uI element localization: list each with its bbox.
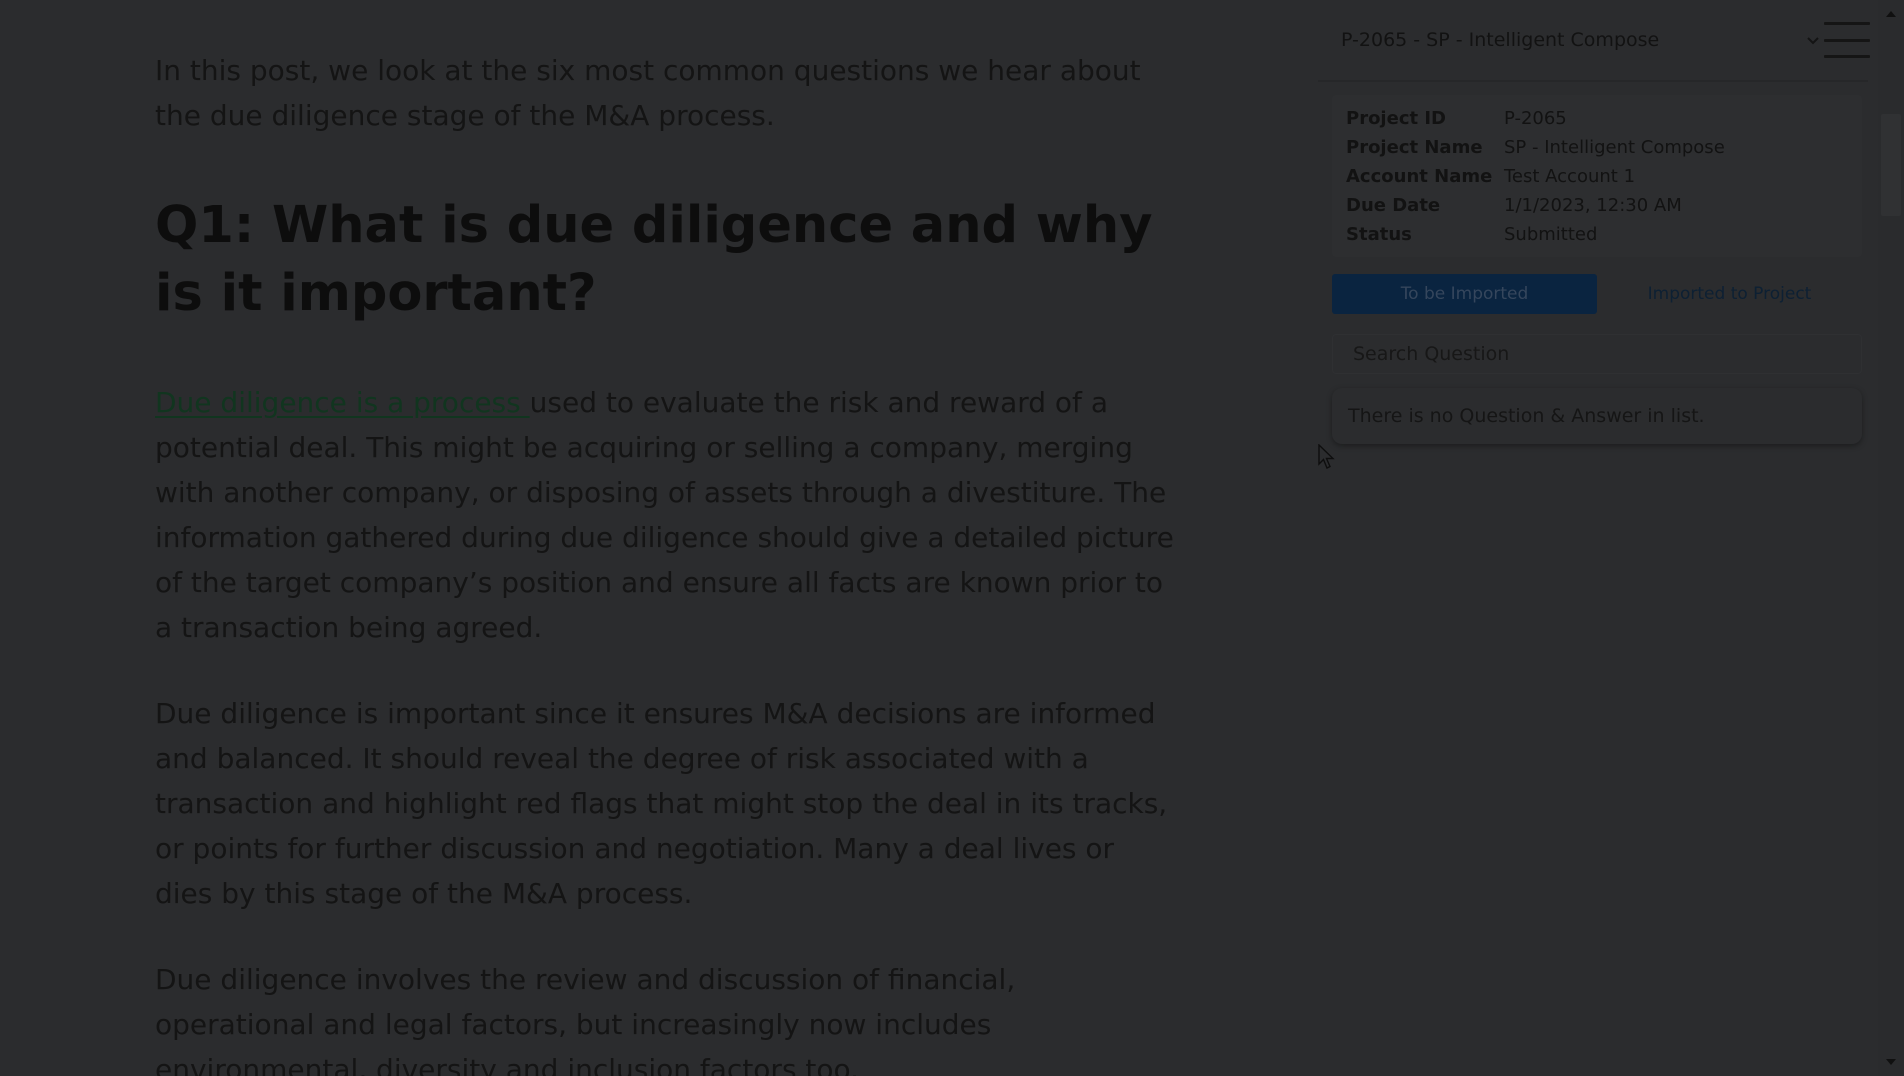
project-id-label: Project ID: [1346, 107, 1446, 129]
paragraph-2: Due diligence is important since it ensu…: [155, 697, 1168, 910]
project-select[interactable]: P-2065 - SP - Intelligent Compose: [1341, 22, 1821, 58]
page-scrollbar[interactable]: [1878, 0, 1904, 1076]
due-date-label: Due Date: [1346, 194, 1441, 216]
tab-imported-to-project[interactable]: Imported to Project: [1597, 274, 1862, 314]
project-name-row: Project Name SP - Intelligent Compose: [1346, 133, 1725, 161]
import-tabs: To be Imported Imported to Project: [1332, 274, 1862, 314]
chevron-down-icon: [1807, 37, 1819, 45]
project-id-value: P-2065: [1504, 107, 1567, 129]
paragraph-1: Due diligence is a process used to evalu…: [155, 380, 1175, 650]
scroll-down-arrow-icon[interactable]: [1878, 1054, 1904, 1072]
account-name-label: Account Name: [1346, 165, 1493, 187]
paragraph-1-text: used to evaluate the risk and reward of …: [155, 386, 1174, 644]
empty-state-message: There is no Question & Answer in list.: [1332, 388, 1862, 444]
search-question-box: [1332, 334, 1862, 374]
search-question-input[interactable]: [1333, 335, 1861, 373]
due-date-value: 1/1/2023, 12:30 AM: [1504, 194, 1682, 216]
project-id-row: Project ID P-2065: [1346, 104, 1567, 132]
intro-paragraph: In this post, we look at the six most co…: [155, 54, 1141, 132]
due-diligence-link[interactable]: Due diligence is a process: [155, 386, 530, 419]
article-heading: Q1: What is due diligence and why is it …: [155, 196, 1153, 323]
status-row: Status Submitted: [1346, 220, 1597, 248]
panel-header: P-2065 - SP - Intelligent Compose: [1318, 0, 1870, 82]
paragraph-3: Due diligence involves the review and di…: [155, 963, 1016, 1076]
scroll-thumb[interactable]: [1881, 114, 1901, 216]
side-panel: P-2065 - SP - Intelligent Compose Projec…: [1310, 0, 1878, 1076]
article-pane: In this post, we look at the six most co…: [0, 0, 1310, 1076]
article-content: In this post, we look at the six most co…: [155, 48, 1175, 1076]
scroll-up-arrow-icon[interactable]: [1878, 4, 1904, 22]
tab-to-be-imported[interactable]: To be Imported: [1332, 274, 1597, 314]
hamburger-menu-icon[interactable]: [1824, 22, 1870, 58]
project-name-label: Project Name: [1346, 136, 1483, 158]
due-date-row: Due Date 1/1/2023, 12:30 AM: [1346, 191, 1682, 219]
status-value: Submitted: [1504, 223, 1598, 245]
project-info-card: Project ID P-2065 Project Name SP - Inte…: [1332, 95, 1862, 257]
project-name-value: SP - Intelligent Compose: [1504, 136, 1725, 158]
project-select-value: P-2065 - SP - Intelligent Compose: [1341, 29, 1660, 51]
status-label: Status: [1346, 223, 1412, 245]
mouse-pointer-icon: [1318, 444, 1335, 469]
account-name-row: Account Name Test Account 1: [1346, 162, 1635, 190]
account-name-value: Test Account 1: [1504, 165, 1636, 187]
